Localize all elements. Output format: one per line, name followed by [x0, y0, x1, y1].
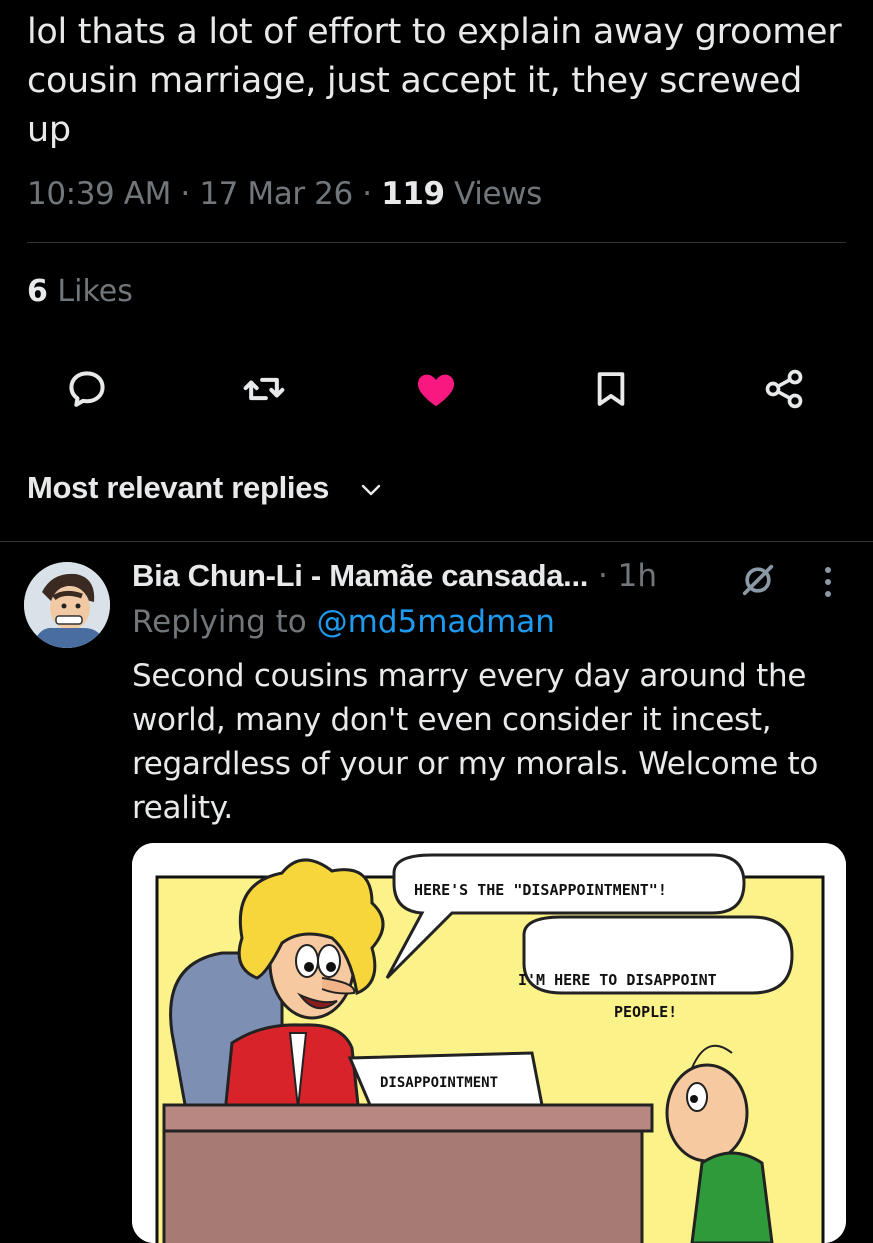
views-label: Views [444, 176, 542, 212]
share-icon[interactable] [761, 366, 807, 412]
divider [0, 541, 873, 542]
likes-label: Likes [47, 274, 133, 309]
action-bar [0, 366, 873, 412]
views-count: 119 [381, 176, 445, 212]
bookmark-icon[interactable] [588, 366, 634, 412]
reply-text: Second cousins marry every day around th… [132, 658, 819, 826]
tweet-meta: 10:39 AM · 17 Mar 26 · 119 Views [27, 176, 542, 212]
meta-separator: · [352, 176, 382, 212]
divider [27, 242, 846, 243]
avatar[interactable] [24, 562, 110, 648]
replying-handle-link[interactable]: @md5madman [317, 604, 555, 640]
tweet-date[interactable]: 17 Mar 26 [199, 176, 353, 212]
comic-bubble-1: HERE'S THE "DISAPPOINTMENT"! [414, 881, 667, 899]
more-options-icon[interactable] [818, 564, 838, 605]
tweet-time[interactable]: 10:39 AM [27, 176, 171, 212]
replying-to: Replying to @md5madman [132, 604, 555, 640]
reply-time[interactable]: · 1h [588, 558, 657, 594]
comic-desk-sign: DISAPPOINTMENT [380, 1075, 498, 1091]
meta-separator: · [170, 176, 200, 212]
replying-prefix: Replying to [132, 604, 317, 640]
reply-icon[interactable] [64, 366, 110, 412]
chevron-down-icon[interactable] [360, 482, 382, 503]
reply-header: Bia Chun-Li - Mamãe cansada... · 1h [132, 558, 657, 594]
retweet-icon[interactable] [241, 366, 287, 412]
tweet-text: lol thats a lot of effort to explain awa… [27, 12, 842, 150]
likes-stat[interactable]: 6 Likes [27, 274, 133, 309]
comic-bubble-2-line-2: PEOPLE! [614, 1003, 677, 1021]
heart-filled-icon[interactable] [413, 366, 459, 412]
reply-author-name[interactable]: Bia Chun-Li - Mamãe cansada... [132, 558, 588, 593]
likes-count: 6 [27, 274, 48, 309]
comic-illustration: HERE'S THE "DISAPPOINTMENT"! I'M HERE TO… [132, 843, 846, 1243]
replies-sort-label[interactable]: Most relevant replies [27, 470, 329, 506]
grok-icon[interactable] [738, 560, 778, 605]
reply-media-image[interactable]: HERE'S THE "DISAPPOINTMENT"! I'M HERE TO… [132, 843, 846, 1243]
comic-bubble-2-line-1: I'M HERE TO DISAPPOINT [518, 971, 717, 989]
